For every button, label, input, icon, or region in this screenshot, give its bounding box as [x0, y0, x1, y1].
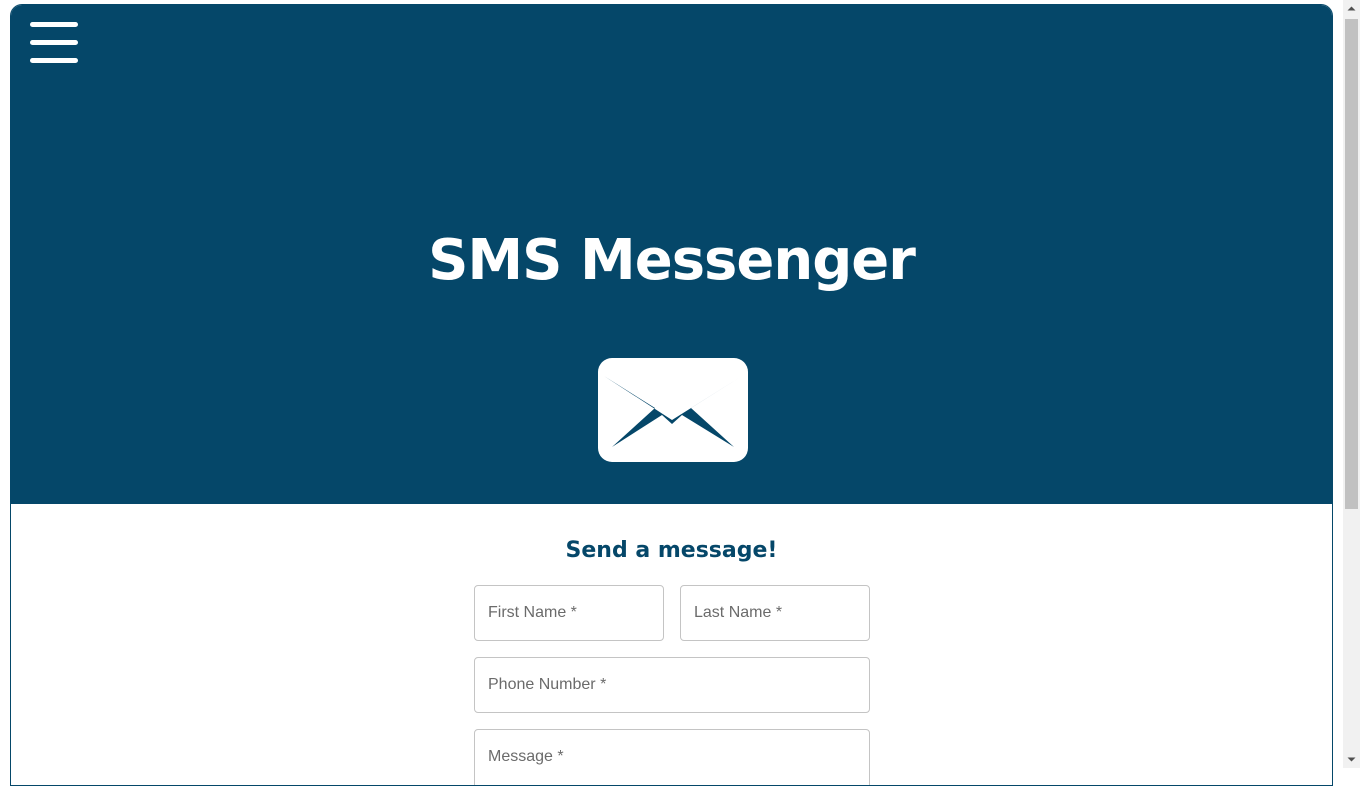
menu-bar-bottom	[30, 58, 78, 63]
hamburger-menu-icon[interactable]	[30, 21, 80, 67]
scroll-down-arrow-icon[interactable]	[1343, 751, 1360, 768]
scrollbar-thumb[interactable]	[1345, 19, 1358, 509]
envelope-icon	[598, 358, 748, 462]
message-field[interactable]	[474, 729, 870, 785]
scroll-up-arrow-icon[interactable]	[1343, 0, 1360, 17]
form-heading: Send a message!	[565, 538, 778, 563]
phone-number-field[interactable]	[474, 657, 870, 713]
page-container: SMS Messenger Send a message!	[10, 4, 1333, 786]
last-name-field[interactable]	[680, 585, 870, 641]
menu-bar-top	[30, 22, 78, 27]
vertical-scrollbar[interactable]	[1343, 0, 1360, 768]
page-title: SMS Messenger	[428, 228, 916, 293]
first-name-field[interactable]	[474, 585, 664, 641]
menu-bar-middle	[30, 40, 78, 45]
hero-banner: SMS Messenger	[11, 5, 1332, 504]
